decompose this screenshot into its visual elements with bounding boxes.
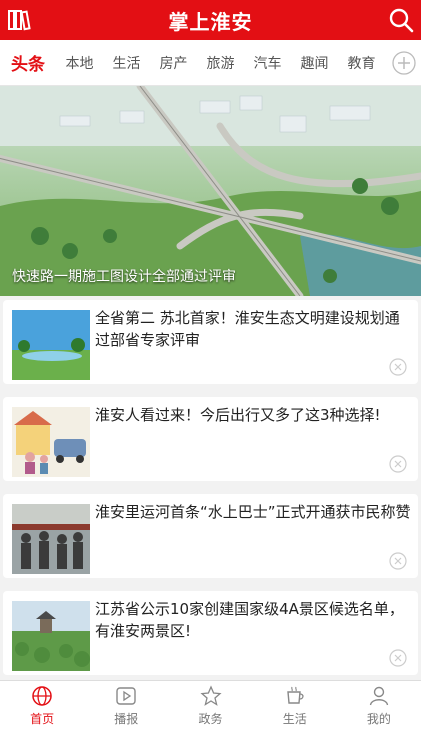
tab-real-estate[interactable]: 房产	[150, 53, 197, 73]
tab-auto[interactable]: 汽车	[244, 53, 291, 73]
nav-government[interactable]: 政务	[168, 681, 252, 730]
article-headline: 全省第二 苏北首家！淮安生态文明建设规划通过部省专家评审	[95, 309, 400, 349]
article-card[interactable]: 江苏省公示10家创建国家级4A景区候选名单，有淮安两景区!	[3, 591, 418, 675]
user-icon	[369, 686, 389, 705]
nav-life[interactable]: 生活	[253, 681, 337, 730]
nav-home[interactable]: 首页	[0, 681, 84, 730]
article-headline: 淮安人看过来！今后出行又多了这3种选择!	[95, 406, 381, 424]
nav-label: 播报	[114, 711, 139, 726]
globe-icon	[32, 685, 52, 706]
close-icon[interactable]	[389, 358, 407, 376]
tab-headlines[interactable]: 头条	[0, 50, 56, 75]
bottom-nav: 首页 播报 政务 生活 我的	[0, 680, 421, 730]
hero-caption: 快速路一期施工图设计全部通过评审	[12, 269, 236, 285]
books-icon[interactable]	[6, 7, 32, 33]
article-headline: 淮安里运河首条“水上巴士”正式开通获市民称赞	[95, 503, 411, 521]
article-card[interactable]: 全省第二 苏北首家！淮安生态文明建设规划通过部省专家评审	[3, 300, 418, 384]
article-card[interactable]: 淮安里运河首条“水上巴士”正式开通获市民称赞	[3, 494, 418, 578]
article-thumbnail	[12, 601, 90, 671]
nav-broadcast[interactable]: 播报	[84, 681, 168, 730]
nav-label: 政务	[198, 711, 223, 726]
close-icon[interactable]	[389, 455, 407, 473]
tab-local[interactable]: 本地	[56, 53, 103, 73]
tab-travel[interactable]: 旅游	[197, 53, 244, 73]
add-channel-icon[interactable]	[392, 51, 416, 75]
tab-fun[interactable]: 趣闻	[291, 53, 338, 73]
nav-label: 生活	[282, 711, 307, 726]
hero-banner[interactable]: 快速路一期施工图设计全部通过评审	[0, 86, 421, 296]
nav-label: 首页	[30, 711, 55, 726]
article-thumbnail	[12, 504, 90, 574]
search-icon[interactable]	[387, 6, 415, 34]
tab-life[interactable]: 生活	[103, 53, 150, 73]
tab-education[interactable]: 教育	[338, 53, 385, 73]
close-icon[interactable]	[389, 552, 407, 570]
play-icon	[116, 686, 136, 705]
article-thumbnail	[12, 310, 90, 380]
close-icon[interactable]	[389, 649, 407, 667]
article-thumbnail	[12, 407, 90, 477]
star-icon	[199, 684, 222, 706]
channel-tabs: 头条 本地 生活 房产 旅游 汽车 趣闻 教育	[0, 40, 421, 86]
top-bar: 掌上淮安	[0, 0, 421, 40]
hero-image	[0, 86, 421, 296]
article-headline: 江苏省公示10家创建国家级4A景区候选名单，有淮安两景区!	[95, 600, 404, 640]
article-card[interactable]: 淮安人看过来！今后出行又多了这3种选择!	[3, 397, 418, 481]
nav-profile[interactable]: 我的	[337, 681, 421, 730]
app-title: 掌上淮安	[168, 9, 253, 34]
nav-label: 我的	[366, 711, 391, 726]
cup-icon	[286, 686, 304, 704]
